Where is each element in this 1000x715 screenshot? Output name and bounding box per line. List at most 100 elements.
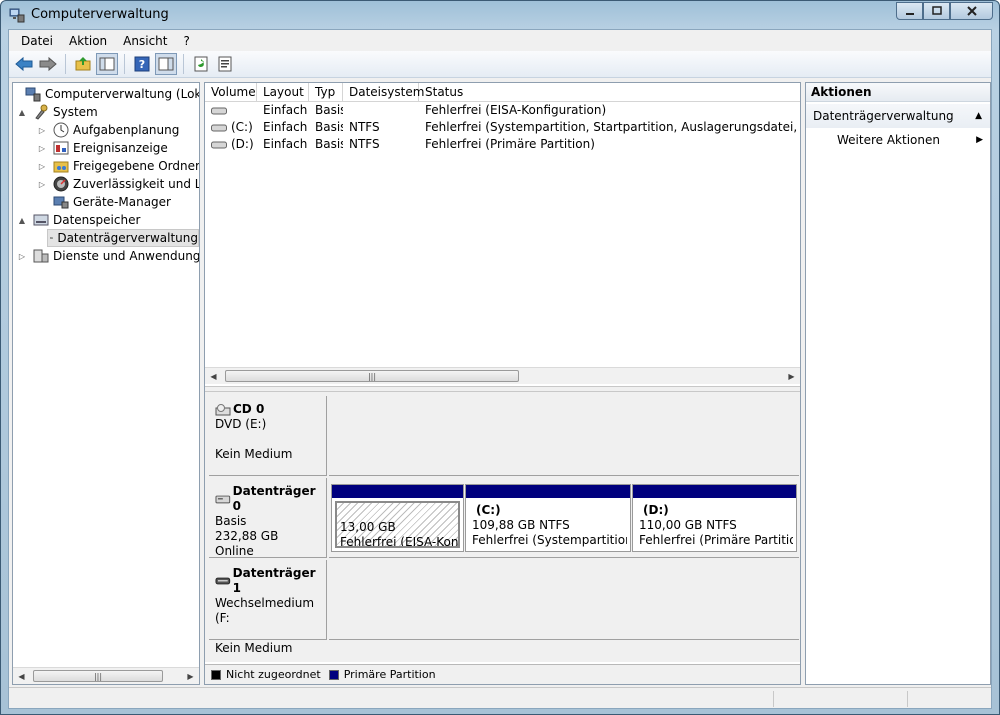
table-row[interactable]: (D:) Einfach Basis NTFS Fehlerfrei (Prim… xyxy=(205,136,800,153)
collapse-up-icon[interactable]: ▲ xyxy=(975,104,982,128)
volume-list-horizontal-scrollbar[interactable]: ◀ ||| ▶ xyxy=(205,367,800,384)
legend-label: Primäre Partition xyxy=(343,668,436,681)
title-bar[interactable]: Computerverwaltung xyxy=(1,1,999,29)
scroll-thumb[interactable]: ||| xyxy=(225,370,519,382)
disk-type: Basis xyxy=(215,514,247,528)
forward-arrow-icon xyxy=(39,56,57,72)
tree-expander[interactable]: ▲ xyxy=(17,108,27,117)
partition-type-bar xyxy=(633,485,796,498)
volume-type: Basis xyxy=(315,137,343,151)
minimize-button[interactable] xyxy=(896,2,923,20)
tree-item-task-scheduler[interactable]: ▷ Aufgabenplanung xyxy=(37,121,179,139)
disk-partitions: 13,00 GB Fehlerfrei (EISA-Konfig (C:) 10… xyxy=(329,478,799,558)
tree-item-system[interactable]: ▲ System xyxy=(17,103,98,121)
tree-item-label: Datenspeicher xyxy=(53,213,141,227)
tree-item-label: Aufgabenplanung xyxy=(73,123,180,137)
menu-bar: Datei Aktion Ansicht ? xyxy=(9,30,991,51)
scroll-thumb[interactable]: ||| xyxy=(33,670,163,682)
tree-item-label: Freigegebene Ordner xyxy=(73,159,200,173)
disk-label[interactable]: Datenträger 1 Wechselmedium (F: Kein Med… xyxy=(209,560,327,655)
table-row[interactable]: Einfach Basis Fehlerfrei (EISA-Konfigura… xyxy=(205,102,800,119)
menu-datei[interactable]: Datei xyxy=(13,34,61,48)
tree-item-event-viewer[interactable]: ▷ Ereignisanzeige xyxy=(37,139,168,157)
menu-ansicht[interactable]: Ansicht xyxy=(115,34,175,48)
tree-expander[interactable]: ▷ xyxy=(37,180,47,189)
scroll-right-icon[interactable]: ▶ xyxy=(783,368,800,384)
status-bar xyxy=(9,687,991,708)
menu-aktion[interactable]: Aktion xyxy=(61,34,115,48)
help-button[interactable]: ? xyxy=(131,53,153,75)
computer-management-icon xyxy=(25,87,41,102)
menu-help[interactable]: ? xyxy=(175,34,197,48)
scroll-right-icon[interactable]: ▶ xyxy=(182,668,199,684)
partition-type-bar xyxy=(332,485,463,498)
partition-status: Fehlerfrei (EISA-Konfig xyxy=(340,535,459,548)
back-button[interactable] xyxy=(13,53,35,75)
scroll-left-icon[interactable]: ◀ xyxy=(205,368,222,384)
tree-item-services[interactable]: ▷ Dienste und Anwendungen xyxy=(17,247,199,265)
table-row[interactable]: (C:) Einfach Basis NTFS Fehlerfrei (Syst… xyxy=(205,119,800,136)
maximize-button[interactable] xyxy=(923,2,950,20)
disk-row-cd0[interactable]: CD 0 DVD (E:) Kein Medium xyxy=(209,396,799,476)
forward-button[interactable] xyxy=(37,53,59,75)
tree-item-label: Zuverlässigkeit und Leis xyxy=(73,177,199,191)
properties-button[interactable] xyxy=(214,53,236,75)
toolbar-separator xyxy=(124,54,125,74)
volume-icon xyxy=(211,124,227,131)
actions-section-disk-management[interactable]: Datenträgerverwaltung ▲ xyxy=(806,104,990,128)
partition-c[interactable]: (C:) 109,88 GB NTFS Fehlerfrei (Systempa… xyxy=(465,484,631,552)
volume-name: (D:) xyxy=(231,137,254,151)
column-header-layout[interactable]: Layout xyxy=(257,83,309,102)
partition-eisa[interactable]: 13,00 GB Fehlerfrei (EISA-Konfig xyxy=(331,484,464,552)
partition-d[interactable]: (D:) 110,00 GB NTFS Fehlerfrei (Primäre … xyxy=(632,484,797,552)
device-manager-icon xyxy=(53,196,69,209)
refresh-button[interactable] xyxy=(190,53,212,75)
toolbar-separator xyxy=(183,54,184,74)
disk-partitions-empty xyxy=(329,560,799,640)
up-folder-button[interactable] xyxy=(72,53,94,75)
column-header-volume[interactable]: Volume xyxy=(205,83,257,102)
show-console-tree-button[interactable] xyxy=(96,53,118,75)
tree-expander[interactable]: ▲ xyxy=(17,216,27,225)
partition-status: Fehlerfrei (Systempartition, S xyxy=(472,533,627,547)
tree-expander[interactable]: ▷ xyxy=(37,162,47,171)
disk-label[interactable]: CD 0 DVD (E:) Kein Medium xyxy=(209,396,327,476)
tree-item-storage[interactable]: ▲ Datenspeicher xyxy=(17,211,140,229)
disk-row-disk1[interactable]: Datenträger 1 Wechselmedium (F: Kein Med… xyxy=(209,560,799,655)
tree-item-shared-folders[interactable]: ▷ Freigegebene Ordner xyxy=(37,157,200,175)
scroll-left-icon[interactable]: ◀ xyxy=(13,668,30,684)
minimize-icon xyxy=(905,13,914,15)
action-pane-icon xyxy=(158,57,174,71)
tree-item-computer-management[interactable]: Computerverwaltung (Lokal) xyxy=(15,85,199,103)
column-header-dateisystem[interactable]: Dateisystem xyxy=(343,83,424,102)
tree-item-label: Datenträgerverwaltung xyxy=(57,231,198,245)
partition-name xyxy=(340,505,455,520)
tree-horizontal-scrollbar[interactable]: ◀ ||| ▶ xyxy=(13,667,199,684)
toolbar-separator xyxy=(65,54,66,74)
back-arrow-icon xyxy=(15,56,33,72)
close-icon xyxy=(966,6,977,16)
volume-layout: Einfach xyxy=(263,137,308,151)
volume-name: (C:) xyxy=(231,120,253,134)
tree-item-reliability[interactable]: ▷ Zuverlässigkeit und Leis xyxy=(37,175,199,193)
tree-item-disk-management[interactable]: Datenträgerverwaltung xyxy=(47,229,199,247)
close-button[interactable] xyxy=(950,2,993,20)
tree-expander[interactable]: ▷ xyxy=(37,126,47,135)
partition-size: 110,00 GB NTFS xyxy=(639,518,737,532)
services-icon xyxy=(33,249,49,263)
action-more-actions[interactable]: Weitere Aktionen ▶ xyxy=(806,128,990,152)
tree-expander[interactable]: ▷ xyxy=(17,252,27,261)
disk-partitions-empty xyxy=(329,396,799,476)
system-tools-icon xyxy=(35,104,48,120)
disk-title: CD 0 xyxy=(233,402,265,416)
disk-size xyxy=(215,626,326,641)
status-segment xyxy=(773,691,907,707)
disk-type: DVD (E:) xyxy=(215,417,267,431)
disk-row-disk0[interactable]: Datenträger 0 Basis 232,88 GB Online 13,… xyxy=(209,478,799,558)
column-header-typ[interactable]: Typ xyxy=(309,83,343,102)
tree-item-device-manager[interactable]: Geräte-Manager xyxy=(37,193,171,211)
column-header-status[interactable]: Status xyxy=(419,83,800,102)
disk-label[interactable]: Datenträger 0 Basis 232,88 GB Online xyxy=(209,478,327,558)
show-action-pane-button[interactable] xyxy=(155,53,177,75)
tree-expander[interactable]: ▷ xyxy=(37,144,47,153)
